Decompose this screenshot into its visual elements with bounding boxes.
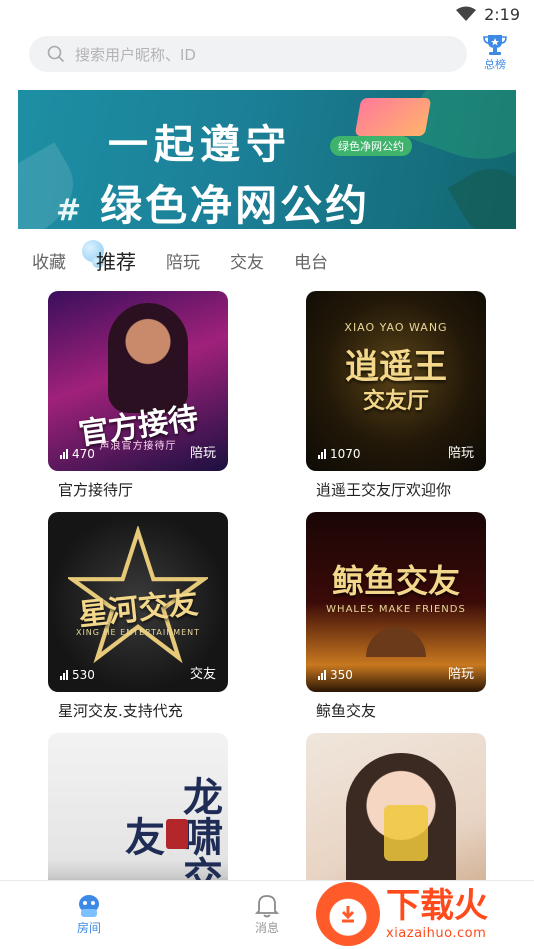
banner-badge: 绿色净网公约	[330, 136, 412, 156]
bell-icon	[255, 895, 279, 918]
room-name: 鲸鱼交友	[316, 702, 377, 720]
cover-title-2: 交友厅	[362, 389, 429, 414]
room-listener-count: 1070	[318, 447, 361, 461]
tab-social[interactable]: 交友	[230, 248, 264, 273]
tab-label: 电台	[294, 252, 328, 273]
room-tag: 陪玩	[447, 667, 474, 682]
signal-bars-icon	[318, 670, 326, 680]
room-listener-count: 350	[318, 668, 353, 682]
room-icon	[79, 895, 99, 917]
status-time: 2:19	[484, 4, 520, 24]
cover-subtitle: WHALES MAKE FRIENDS	[326, 604, 466, 615]
cover-subtitle: XING HE ENTERTAINMENT	[75, 628, 201, 637]
room-card[interactable]: XIAO YAO WANG 逍遥王 交友厅 1070 陪玩 逍遥王交友厅欢迎你	[306, 291, 486, 500]
room-tag: 陪玩	[189, 446, 216, 461]
room-cover: XIAO YAO WANG 逍遥王 交友厅 1070 陪玩	[306, 291, 486, 471]
room-cover: 鲸鱼交友 WHALES MAKE FRIENDS 350 陪玩	[306, 512, 486, 692]
cover-title: 鲸鱼交友	[331, 562, 460, 600]
signal-bars-icon	[318, 449, 326, 459]
tab-label: 收藏	[32, 252, 66, 273]
tab-label: 推荐	[96, 249, 136, 274]
nav-label: 房间	[76, 921, 101, 935]
tab-label: 交友	[230, 252, 264, 273]
trophy-icon	[483, 35, 507, 55]
search-input[interactable]: 搜索用户昵称、ID	[29, 36, 467, 72]
tab-recommended[interactable]: 推荐	[82, 239, 136, 275]
watermark-text: 下载火 xiazaihuo.com	[386, 886, 488, 941]
flame-logo-icon	[316, 881, 380, 946]
banner[interactable]: 一起遵守 绿色净网公约 # 绿色净网公约	[18, 90, 516, 229]
room-listener-count: 470	[60, 447, 95, 461]
room-name: 官方接待厅	[58, 481, 134, 499]
banner-illustration	[354, 98, 432, 136]
cover-seal	[166, 819, 188, 849]
banner-hash: #	[56, 193, 85, 228]
room-name: 星河交友.支持代充	[58, 702, 183, 720]
nav-rooms[interactable]: 房间	[0, 881, 178, 949]
tab-label: 陪玩	[166, 252, 200, 273]
search-placeholder: 搜索用户昵称、ID	[75, 45, 196, 64]
room-card[interactable]: 星河交友 XING HE ENTERTAINMENT 530 交友 星河交友.支…	[48, 512, 228, 721]
download-arrow-icon	[341, 905, 355, 922]
rank-button[interactable]: 总榜	[478, 34, 512, 74]
banner-headline: 一起遵守	[108, 122, 292, 168]
search-icon	[47, 45, 65, 63]
tab-favorites[interactable]: 收藏	[32, 248, 66, 273]
cover-title: 逍遥王	[345, 347, 447, 387]
room-card[interactable]: 鲸鱼交友 WHALES MAKE FRIENDS 350 陪玩 鲸鱼交友	[306, 512, 486, 721]
cover-building	[366, 627, 426, 657]
watermark-brand: 下载火	[386, 886, 488, 926]
cover-subtitle: XIAO YAO WANG	[344, 321, 448, 334]
rank-label: 总榜	[484, 58, 506, 71]
tab-radio[interactable]: 电台	[294, 248, 328, 273]
tab-companion[interactable]: 陪玩	[166, 248, 200, 273]
listener-count-value: 470	[72, 447, 95, 461]
signal-bars-icon	[60, 670, 68, 680]
watermark-url: xiazaihuo.com	[386, 926, 487, 941]
room-tag: 陪玩	[447, 446, 474, 461]
status-bar: 2:19	[0, 0, 534, 28]
watermark: 下载火 xiazaihuo.com	[316, 878, 534, 949]
banner-leaf-decoration	[447, 152, 516, 229]
listener-count-value: 350	[330, 668, 353, 682]
listener-count-value: 530	[72, 668, 95, 682]
room-cover: 星河交友 XING HE ENTERTAINMENT 530 交友	[48, 512, 228, 692]
room-tag: 交友	[189, 667, 216, 682]
room-name: 逍遥王交友厅欢迎你	[316, 481, 452, 499]
room-cover: 官方接待 声浪官方接待厅 470 陪玩	[48, 291, 228, 471]
nav-label: 消息	[254, 921, 279, 935]
banner-line2-text: 绿色净网公约	[100, 181, 371, 229]
listener-count-value: 1070	[330, 447, 361, 461]
room-listener-count: 530	[60, 668, 95, 682]
category-tabs: 收藏 推荐 陪玩 交友 电台	[32, 239, 328, 280]
wifi-icon	[456, 6, 477, 21]
signal-bars-icon	[60, 449, 68, 459]
banner-subheadline: # 绿色净网公约	[56, 172, 370, 229]
cover-cup	[384, 805, 428, 861]
room-card[interactable]: 官方接待 声浪官方接待厅 470 陪玩 官方接待厅	[48, 291, 228, 500]
search-row: 搜索用户昵称、ID 总榜	[0, 34, 534, 74]
